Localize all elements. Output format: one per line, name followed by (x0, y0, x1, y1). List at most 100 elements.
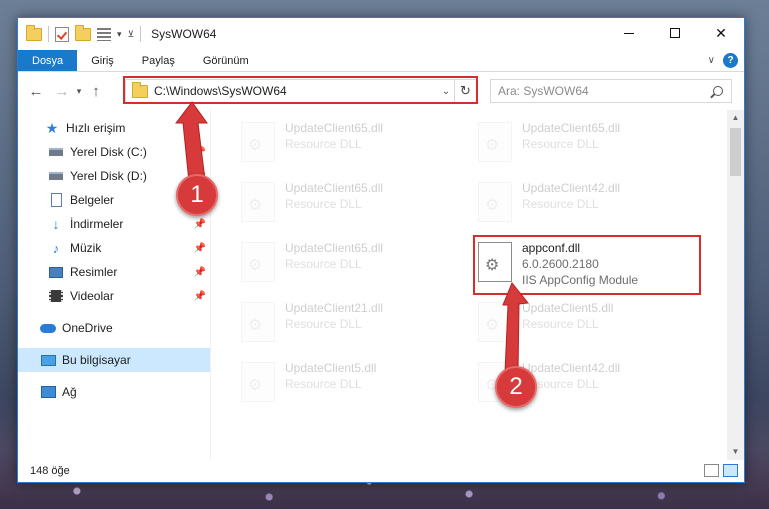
address-path[interactable]: C:\Windows\SysWOW64 (154, 84, 438, 98)
ribbon-right-controls: ∨ ? (708, 53, 738, 68)
customize-toolbar-icon[interactable]: ⊻ (128, 29, 135, 40)
scroll-down-icon[interactable]: ▼ (727, 444, 744, 460)
nav-item-label: Müzik (70, 241, 102, 255)
explorer-body: ★ Hızlı erişim Yerel Disk (C:) 📌 Yerel D… (18, 110, 744, 460)
properties-check-icon[interactable] (55, 26, 69, 42)
nav-item-label: Yerel Disk (D:) (70, 169, 147, 183)
file-type: Resource DLL (522, 197, 599, 211)
tab-view[interactable]: Görünüm (189, 50, 263, 71)
nav-item-this-pc[interactable]: Bu bilgisayar (18, 348, 210, 372)
pin-icon[interactable]: 📌 (194, 219, 206, 230)
search-input[interactable]: Ara: SysWOW64 (490, 79, 732, 103)
minimize-icon (624, 32, 634, 34)
maximize-button[interactable] (652, 18, 698, 48)
dll-file-icon (241, 362, 275, 402)
close-icon: ✕ (715, 24, 727, 41)
list-view-icon[interactable] (97, 27, 111, 41)
nav-item-label: Resimler (70, 265, 118, 279)
nav-item-label: İndirmeler (70, 217, 124, 231)
file-item[interactable]: UpdateClient5.dll Resource DLL (478, 298, 698, 350)
file-list: UpdateClient65.dll Resource DLL UpdateCli… (211, 110, 744, 460)
details-view-icon[interactable] (704, 464, 719, 477)
vertical-scrollbar[interactable]: ▲ ▼ (727, 110, 744, 460)
nav-item-onedrive[interactable]: OneDrive (18, 316, 210, 340)
callout-badge-1: 1 (176, 174, 218, 216)
drive-icon (48, 168, 64, 184)
pin-icon[interactable]: 📌 (194, 147, 206, 158)
file-name: UpdateClient65.dll (285, 181, 384, 195)
back-arrow-icon[interactable]: ← (26, 83, 46, 100)
tiles-view-icon[interactable] (723, 464, 738, 477)
file-type: Resource DLL (285, 377, 362, 391)
nav-item-videos[interactable]: Videolar 📌 (18, 284, 210, 308)
file-item[interactable]: UpdateClient65.dll Resource DLL (478, 118, 698, 170)
pin-icon[interactable]: 📌 (194, 267, 206, 278)
dll-file-icon (478, 182, 512, 222)
nav-item-downloads[interactable]: ↓ İndirmeler 📌 (18, 212, 210, 236)
scrollbar-thumb[interactable] (730, 128, 741, 176)
file-name: appconf.dll (522, 241, 581, 255)
file-item[interactable]: UpdateClient65.dll Resource DLL (241, 118, 461, 170)
tab-share[interactable]: Paylaş (128, 50, 189, 71)
expand-ribbon-icon[interactable]: ∨ (708, 55, 715, 66)
file-item[interactable]: UpdateClient42.dll Resource DLL (478, 178, 698, 230)
title-bar: ▾ ⊻ SysWOW64 ✕ (18, 18, 744, 50)
file-item[interactable]: UpdateClient21.dll Resource DLL (241, 298, 461, 350)
file-name: UpdateClient42.dll (522, 361, 621, 375)
nav-item-label: Belgeler (70, 193, 115, 207)
status-bar: 148 öğe (18, 460, 744, 482)
file-description: IIS AppConfig Module (522, 273, 639, 287)
file-name: UpdateClient65.dll (522, 121, 621, 135)
window-controls: ✕ (606, 18, 744, 48)
file-item[interactable]: UpdateClient65.dll Resource DLL (241, 178, 461, 230)
drive-icon (48, 144, 64, 160)
address-bar[interactable]: C:\Windows\SysWOW64 ⌄ ↻ (125, 79, 477, 103)
tab-file[interactable]: Dosya (18, 50, 78, 71)
nav-item-quick-access[interactable]: ★ Hızlı erişim (18, 116, 210, 140)
nav-item-label: Ağ (62, 385, 77, 399)
close-button[interactable]: ✕ (698, 18, 744, 48)
file-name: UpdateClient65.dll (285, 121, 384, 135)
star-icon: ★ (45, 119, 59, 136)
new-folder-icon[interactable] (75, 24, 91, 41)
file-name: UpdateClient5.dll (285, 361, 377, 375)
chevron-down-icon[interactable]: ⌄ (438, 86, 454, 97)
pin-icon[interactable]: 📌 (194, 243, 206, 254)
recent-locations-icon[interactable]: ▾ (72, 86, 86, 97)
scroll-up-icon[interactable]: ▲ (727, 110, 744, 126)
pin-icon[interactable]: 📌 (194, 291, 206, 302)
nav-item-label: Videolar (70, 289, 114, 303)
refresh-button[interactable]: ↻ (454, 80, 476, 102)
document-icon (48, 192, 64, 208)
nav-item-network[interactable]: Ağ (18, 380, 210, 404)
folder-icon (132, 81, 148, 98)
nav-item-label: Hızlı erişim (66, 121, 126, 135)
minimize-button[interactable] (606, 18, 652, 48)
forward-arrow-icon[interactable]: → (52, 83, 72, 100)
quick-access-toolbar: ▾ ⊻ (18, 24, 142, 42)
nav-item-label: Bu bilgisayar (62, 353, 131, 367)
navigation-pane: ★ Hızlı erişim Yerel Disk (C:) 📌 Yerel D… (18, 110, 211, 460)
chevron-down-icon[interactable]: ▾ (117, 29, 122, 40)
up-arrow-icon[interactable]: ↑ (86, 83, 106, 100)
file-item[interactable]: UpdateClient65.dll Resource DLL (241, 238, 461, 290)
file-item[interactable]: UpdateClient5.dll Resource DLL (241, 358, 461, 410)
download-icon: ↓ (52, 216, 60, 232)
window-title: SysWOW64 (151, 27, 217, 41)
search-placeholder: Ara: SysWOW64 (498, 84, 589, 98)
cloud-icon (40, 320, 56, 336)
nav-item-local-disk-c[interactable]: Yerel Disk (C:) 📌 (18, 140, 210, 164)
help-icon[interactable]: ? (723, 53, 738, 68)
dll-file-icon (478, 302, 512, 342)
dll-file-icon (241, 122, 275, 162)
tab-home[interactable]: Giriş (77, 50, 128, 71)
toolbar-divider (140, 26, 142, 42)
nav-item-pictures[interactable]: Resimler 📌 (18, 260, 210, 284)
nav-item-music[interactable]: ♪ Müzik 📌 (18, 236, 210, 260)
dll-file-icon (241, 242, 275, 282)
search-icon (713, 86, 723, 96)
file-item-appconf[interactable]: appconf.dll 6.0.2600.2180 IIS AppConfig … (478, 238, 698, 298)
file-version: 6.0.2600.2180 (522, 257, 599, 271)
